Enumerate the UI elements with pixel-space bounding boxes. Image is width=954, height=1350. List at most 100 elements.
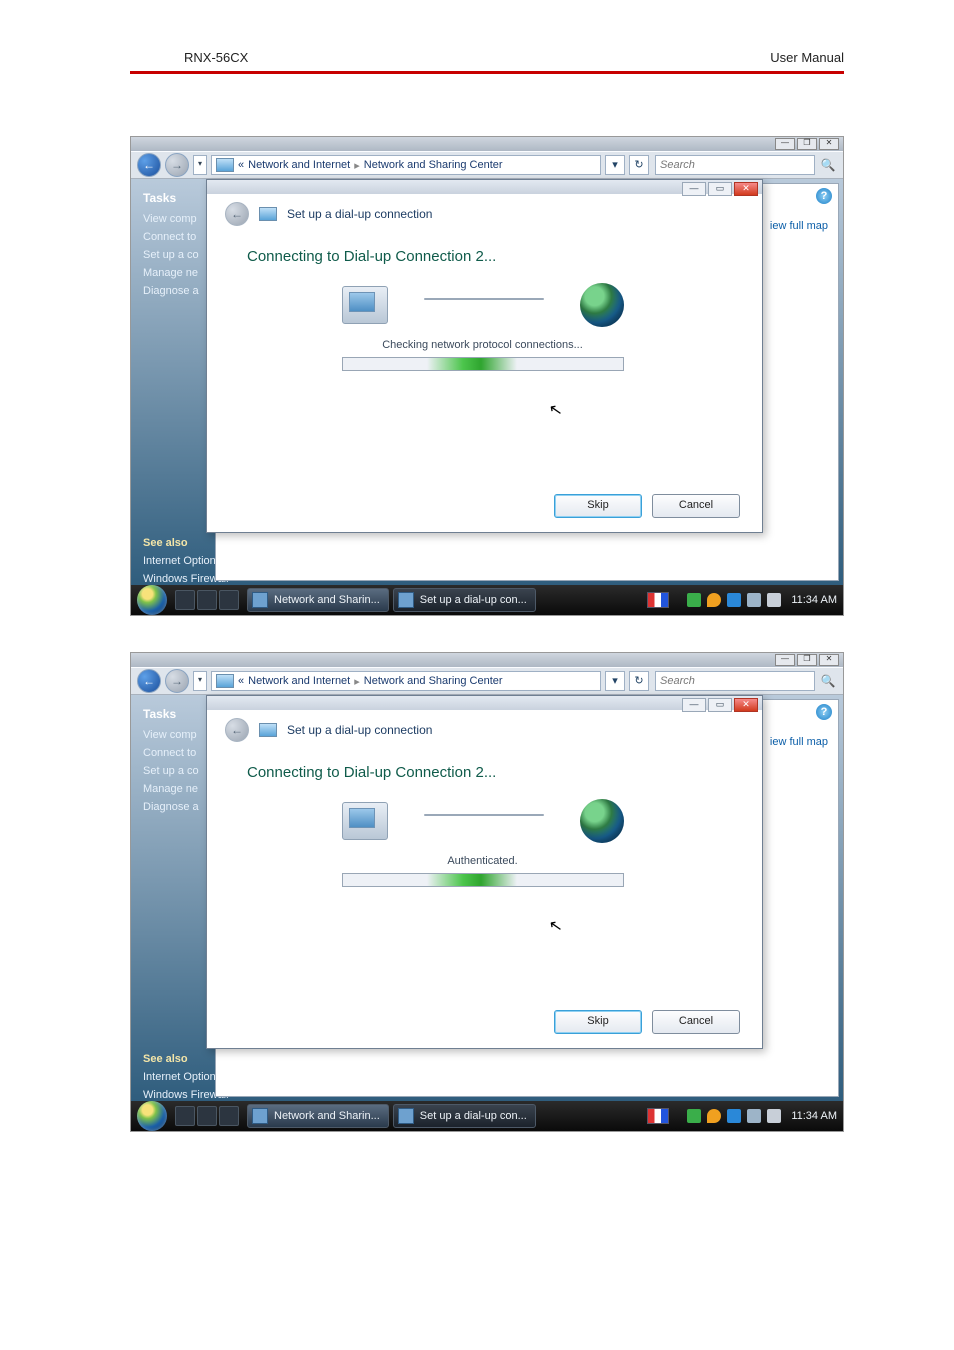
dialog-title: Set up a dial-up connection <box>287 723 432 737</box>
taskbar-item-dialup-wizard[interactable]: Set up a dial-up con... <box>393 1104 536 1128</box>
tray-network-icon[interactable] <box>727 1109 741 1123</box>
start-button[interactable] <box>137 585 167 615</box>
dialog-title-icon <box>259 207 277 221</box>
outer-window-titlebar: — ❐ ✕ <box>131 653 843 667</box>
tray-volume-icon[interactable] <box>767 1109 781 1123</box>
help-icon[interactable]: ? <box>816 188 832 204</box>
breadcrumb-seg-2[interactable]: Network and Sharing Center <box>364 159 503 171</box>
start-button[interactable] <box>137 1101 167 1131</box>
quick-launch-switch-windows[interactable] <box>197 1106 217 1126</box>
dialog-back-button[interactable]: ← <box>225 202 249 226</box>
breadcrumb-dropdown[interactable]: ▾ <box>605 155 625 175</box>
nav-back-button[interactable]: ← <box>137 669 161 693</box>
progress-bar <box>342 357 624 371</box>
tray-security-icon[interactable] <box>707 1109 721 1123</box>
nav-forward-button[interactable]: → <box>165 153 189 177</box>
dialog-status-text: Authenticated. <box>225 855 740 867</box>
breadcrumb-seg-2[interactable]: Network and Sharing Center <box>364 675 503 687</box>
quick-launch-show-desktop[interactable] <box>175 590 195 610</box>
tray-network-icon[interactable] <box>727 593 741 607</box>
network-sharing-icon <box>252 1108 268 1124</box>
refresh-button[interactable]: ↻ <box>629 155 649 175</box>
sidebar-heading-see-also: See also <box>143 537 215 549</box>
taskbar-clock[interactable]: 11:34 AM <box>791 594 837 606</box>
dialog-status-text: Checking network protocol connections... <box>225 339 740 351</box>
cancel-button[interactable]: Cancel <box>652 494 740 518</box>
outer-restore-button[interactable]: ❐ <box>797 138 817 150</box>
language-indicator[interactable] <box>647 1108 669 1124</box>
breadcrumb-seg-1[interactable]: Network and Internet <box>248 159 350 171</box>
sidebar-item-diagnose[interactable]: Diagnose a <box>143 801 215 813</box>
language-indicator[interactable] <box>647 592 669 608</box>
search-input[interactable]: Search <box>655 671 815 691</box>
nav-history-dropdown[interactable]: ▾ <box>193 155 207 175</box>
tray-monitor-icon[interactable] <box>747 593 761 607</box>
outer-close-button[interactable]: ✕ <box>819 138 839 150</box>
dialog-titlebar: — ▭ ✕ <box>207 696 762 710</box>
sidebar-item-windows-firewall[interactable]: Windows Firewall <box>143 1089 215 1101</box>
sidebar-item-windows-firewall[interactable]: Windows Firewall <box>143 573 215 585</box>
search-input[interactable]: Search <box>655 155 815 175</box>
outer-close-button[interactable]: ✕ <box>819 654 839 666</box>
breadcrumb-seg-1[interactable]: Network and Internet <box>248 675 350 687</box>
taskbar-item-dialup-wizard[interactable]: Set up a dial-up con... <box>393 588 536 612</box>
screenshot-2: — ❐ ✕ ← → ▾ « Network and Internet ▸ Net… <box>130 652 844 1132</box>
outer-minimize-button[interactable]: — <box>775 654 795 666</box>
sidebar-item-connect-to[interactable]: Connect to <box>143 747 215 759</box>
tray-monitor-icon[interactable] <box>747 1109 761 1123</box>
tray-volume-icon[interactable] <box>767 593 781 607</box>
tray-security-icon[interactable] <box>707 593 721 607</box>
sidebar-item-set-up-connection[interactable]: Set up a co <box>143 249 215 261</box>
nav-history-dropdown[interactable]: ▾ <box>193 671 207 691</box>
view-full-map-link[interactable]: iew full map <box>770 736 828 748</box>
dialog-back-button[interactable]: ← <box>225 718 249 742</box>
breadcrumb[interactable]: « Network and Internet ▸ Network and Sha… <box>211 155 601 175</box>
breadcrumb-icon <box>216 674 234 688</box>
quick-launch-switch-windows[interactable] <box>197 590 217 610</box>
taskbar-item-network-sharing[interactable]: Network and Sharin... <box>247 588 389 612</box>
taskbar-clock[interactable]: 11:34 AM <box>791 1110 837 1122</box>
sidebar-item-manage-network[interactable]: Manage ne <box>143 267 215 279</box>
help-icon[interactable]: ? <box>816 704 832 720</box>
computer-icon <box>342 286 388 324</box>
taskbar-item-label: Set up a dial-up con... <box>420 1110 527 1122</box>
refresh-button[interactable]: ↻ <box>629 671 649 691</box>
quick-launch-show-desktop[interactable] <box>175 1106 195 1126</box>
sidebar-item-diagnose[interactable]: Diagnose a <box>143 285 215 297</box>
sidebar-item-connect-to[interactable]: Connect to <box>143 231 215 243</box>
sidebar-item-internet-options[interactable]: Internet Options <box>143 1071 215 1083</box>
skip-button[interactable]: Skip <box>554 1010 642 1034</box>
quick-launch-ie[interactable] <box>219 1106 239 1126</box>
tasks-sidebar: Tasks View comp Connect to Set up a co M… <box>131 179 215 585</box>
outer-restore-button[interactable]: ❐ <box>797 654 817 666</box>
globe-icon <box>580 799 624 843</box>
sidebar-item-view-computers[interactable]: View comp <box>143 729 215 741</box>
sidebar-item-internet-options[interactable]: Internet Options <box>143 555 215 567</box>
taskbar: Network and Sharin... Set up a dial-up c… <box>131 585 843 615</box>
connection-animation <box>225 799 740 843</box>
tray-safely-remove-icon[interactable] <box>687 1109 701 1123</box>
connection-animation <box>225 283 740 327</box>
sidebar-item-set-up-connection[interactable]: Set up a co <box>143 765 215 777</box>
taskbar-item-network-sharing[interactable]: Network and Sharin... <box>247 1104 389 1128</box>
skip-button[interactable]: Skip <box>554 494 642 518</box>
system-tray: 11:34 AM <box>647 592 837 608</box>
nav-back-button[interactable]: ← <box>137 153 161 177</box>
sidebar-item-manage-network[interactable]: Manage ne <box>143 783 215 795</box>
outer-minimize-button[interactable]: — <box>775 138 795 150</box>
breadcrumb-dropdown[interactable]: ▾ <box>605 671 625 691</box>
cancel-button[interactable]: Cancel <box>652 1010 740 1034</box>
taskbar: Network and Sharin... Set up a dial-up c… <box>131 1101 843 1131</box>
breadcrumb[interactable]: « Network and Internet ▸ Network and Sha… <box>211 671 601 691</box>
dialup-dialog: — ▭ ✕ ← Set up a dial-up connection Conn… <box>206 695 763 1049</box>
progress-fill <box>427 874 517 886</box>
dialup-dialog: — ▭ ✕ ← Set up a dial-up connection Conn… <box>206 179 763 533</box>
view-full-map-link[interactable]: iew full map <box>770 220 828 232</box>
sidebar-heading-see-also: See also <box>143 1053 215 1065</box>
nav-forward-button[interactable]: → <box>165 669 189 693</box>
system-tray: 11:34 AM <box>647 1108 837 1124</box>
quick-launch-ie[interactable] <box>219 590 239 610</box>
sidebar-item-view-computers[interactable]: View comp <box>143 213 215 225</box>
progress-bar <box>342 873 624 887</box>
tray-safely-remove-icon[interactable] <box>687 593 701 607</box>
